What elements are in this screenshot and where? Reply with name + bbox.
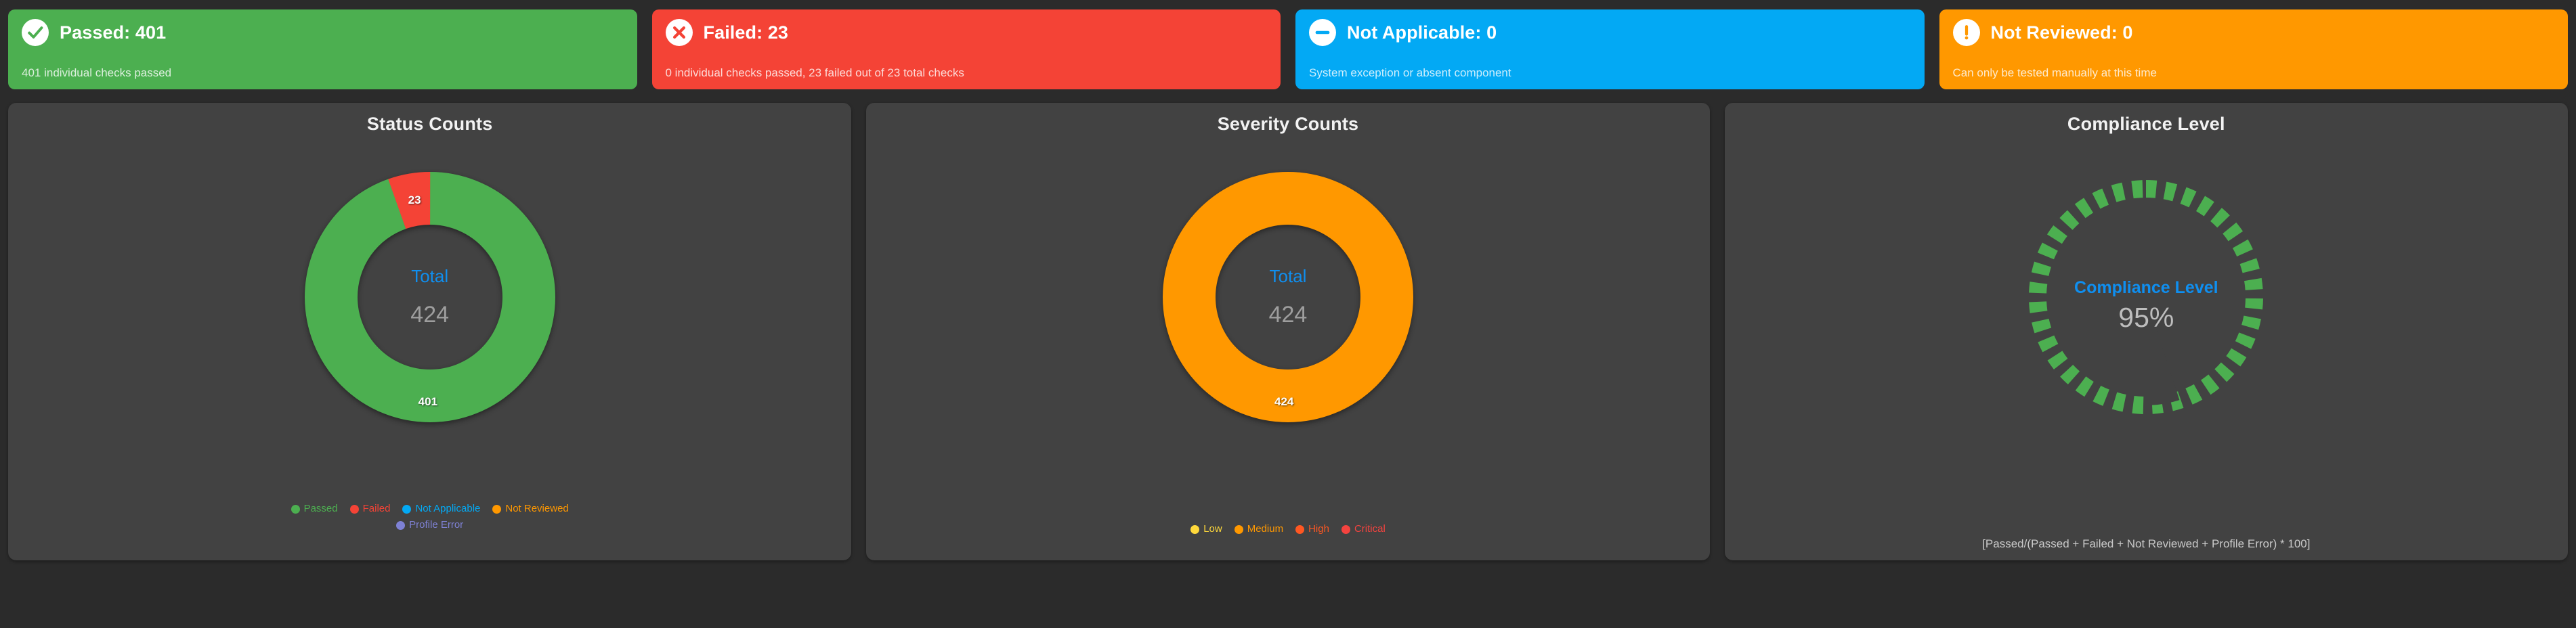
- card-header: Passed: 401: [22, 19, 624, 46]
- compliance-gauge-chart: Compliance Level 95%: [1725, 135, 2568, 459]
- legend-label: Low: [1203, 523, 1222, 535]
- card-subtitle: System exception or absent component: [1309, 66, 1511, 79]
- card-title: Not Applicable: 0: [1347, 22, 1497, 43]
- compliance-gauge-svg[interactable]: [2011, 152, 2281, 443]
- legend-dot-icon: [1234, 524, 1243, 534]
- compliance-formula-note: [Passed/(Passed + Failed + Not Reviewed …: [1982, 537, 2311, 550]
- legend-label: Medium: [1247, 523, 1284, 535]
- status-card-not-applicable[interactable]: Not Applicable: 0 System exception or ab…: [1295, 9, 1925, 89]
- x-circle-icon: [665, 19, 693, 46]
- legend-dot-icon: [291, 504, 300, 514]
- legend-label: Critical: [1354, 523, 1386, 535]
- card-title: Failed: 23: [703, 22, 789, 43]
- gauge-wrap: Compliance Level 95%: [2011, 152, 2281, 443]
- legend-dot-icon: [402, 504, 412, 514]
- card-header: Failed: 23: [665, 19, 1268, 46]
- legend-item-not-applicable[interactable]: Not Applicable: [402, 502, 480, 516]
- panel-compliance-level: Compliance Level Compliance Level 95% [P…: [1724, 103, 2568, 560]
- donut-slice-medium[interactable]: [1162, 172, 1413, 422]
- card-header: Not Reviewed: 0: [1952, 19, 2555, 46]
- gauge-gap-mask: [2145, 297, 2180, 406]
- status-card-failed[interactable]: Failed: 23 0 individual checks passed, 2…: [651, 9, 1281, 89]
- panel-title: Status Counts: [366, 114, 493, 134]
- status-summary-cards: Passed: 401 401 individual checks passed…: [8, 9, 2568, 89]
- check-circle-icon: [22, 19, 49, 46]
- legend-label: Passed: [303, 503, 338, 514]
- legend-item-failed[interactable]: Failed: [349, 502, 391, 516]
- legend-dot-icon: [1341, 524, 1350, 534]
- status-card-not-reviewed[interactable]: Not Reviewed: 0 Can only be tested manua…: [1939, 9, 2568, 89]
- panel-title: Severity Counts: [1217, 114, 1359, 134]
- severity-legend: Low Medium High Critical: [866, 522, 1709, 536]
- legend-label: Profile Error: [409, 519, 464, 531]
- donut-wrap: 23 401 Total 424: [295, 162, 565, 432]
- minus-circle-icon: [1309, 19, 1336, 46]
- legend-dot-icon: [1190, 524, 1200, 534]
- donut-wrap: 424 Total 424: [1153, 162, 1423, 432]
- card-subtitle: 0 individual checks passed, 23 failed ou…: [665, 66, 964, 79]
- panel-title: Compliance Level: [2067, 114, 2225, 134]
- card-header: Not Applicable: 0: [1309, 19, 1911, 46]
- status-donut-chart: 23 401 Total 424: [8, 135, 851, 459]
- card-title: Passed: 401: [60, 22, 167, 43]
- chart-panels: Status Counts 23 401 Total 424 Passed Fa…: [8, 103, 2568, 560]
- legend-item-critical[interactable]: Critical: [1341, 522, 1386, 536]
- legend-item-not-reviewed[interactable]: Not Reviewed: [492, 502, 569, 516]
- card-subtitle: Can only be tested manually at this time: [1952, 66, 2157, 79]
- legend-item-passed[interactable]: Passed: [291, 502, 338, 516]
- severity-donut-chart: 424 Total 424: [866, 135, 1709, 459]
- panel-severity-counts: Severity Counts 424 Total 424 Low Medium…: [866, 103, 1710, 560]
- panel-status-counts: Status Counts 23 401 Total 424 Passed Fa…: [8, 103, 852, 560]
- card-title: Not Reviewed: 0: [1990, 22, 2133, 43]
- legend-dot-icon: [1295, 524, 1305, 534]
- dashboard-root: Passed: 401 401 individual checks passed…: [0, 0, 2576, 628]
- legend-dot-icon: [492, 504, 502, 514]
- status-legend: Passed Failed Not Applicable Not Reviewe…: [8, 502, 851, 532]
- donut-slice-passed[interactable]: [304, 172, 555, 422]
- status-card-passed[interactable]: Passed: 401 401 individual checks passed: [8, 9, 637, 89]
- exclamation-circle-icon: [1952, 19, 1980, 46]
- legend-label: Not Reviewed: [505, 503, 569, 514]
- legend-label: High: [1308, 523, 1329, 535]
- legend-dot-icon: [396, 520, 406, 530]
- legend-item-medium[interactable]: Medium: [1234, 522, 1284, 536]
- legend-item-profile-error[interactable]: Profile Error: [35, 518, 824, 532]
- legend-item-high[interactable]: High: [1295, 522, 1329, 536]
- legend-item-low[interactable]: Low: [1190, 522, 1222, 536]
- severity-donut-svg[interactable]: [1153, 162, 1423, 432]
- card-subtitle: 401 individual checks passed: [22, 66, 172, 79]
- status-donut-svg[interactable]: [295, 162, 565, 432]
- legend-label: Not Applicable: [415, 503, 481, 514]
- legend-label: Failed: [362, 503, 391, 514]
- legend-dot-icon: [349, 504, 359, 514]
